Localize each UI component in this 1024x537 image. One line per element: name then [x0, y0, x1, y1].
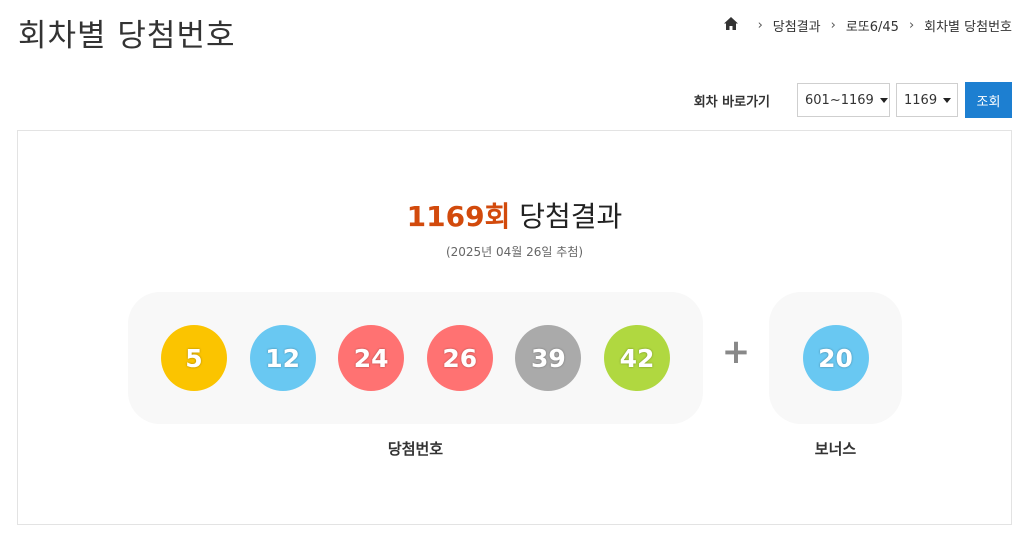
winning-numbers-caption: 당첨번호 [387, 440, 444, 458]
ball-number: 12 [265, 343, 300, 373]
breadcrumb-home-link[interactable] [723, 17, 748, 34]
round-range-select[interactable]: 601~1169 [797, 83, 890, 117]
round-number-select[interactable]: 1169 [896, 83, 958, 117]
breadcrumb-item-lotto645[interactable]: 로또6/45 [846, 16, 899, 35]
caret-down-icon [943, 97, 952, 103]
result-heading: 1169회 당첨결과 [18, 195, 1011, 235]
bonus-ball: 20 [802, 325, 869, 391]
page: 회차별 당첨번호 › 당첨결과 › 로또6/45 › 회차별 당첨번호 회차 바… [0, 0, 1024, 537]
result-panel: 1169회 당첨결과 (2025년 04월 26일 추첨) 5 12 24 26… [17, 130, 1012, 525]
chevron-right-icon: › [757, 18, 763, 33]
ball-number: 42 [619, 343, 655, 373]
ball-number: 39 [530, 343, 566, 373]
home-icon [723, 17, 738, 30]
bonus-number-box: 20 [769, 292, 902, 424]
lotto-ball: 26 [426, 325, 493, 391]
winning-numbers-box: 5 12 24 26 39 42 [128, 292, 703, 424]
lotto-ball: 24 [338, 325, 405, 391]
breadcrumb: › 당첨결과 › 로또6/45 › 회차별 당첨번호 [723, 16, 1012, 35]
ball-number: 5 [185, 343, 203, 373]
round-navigation: 회차 바로가기 601~1169 1169 조회 [694, 82, 1012, 118]
chevron-right-icon: › [908, 18, 915, 33]
result-heading-suffix: 당첨결과 [510, 200, 623, 233]
breadcrumb-item-current[interactable]: 회차별 당첨번호 [924, 16, 1012, 35]
search-button[interactable]: 조회 [965, 82, 1012, 118]
draw-date: (2025년 04월 26일 추첨) [445, 245, 584, 259]
round-number: 1169회 [406, 200, 511, 233]
ball-number: 24 [353, 343, 389, 373]
page-title: 회차별 당첨번호 [18, 18, 236, 54]
breadcrumb-item-results[interactable]: 당첨결과 [773, 16, 821, 35]
chevron-right-icon: › [830, 18, 836, 33]
bonus-caption: 보너스 [814, 440, 857, 458]
lotto-ball: 39 [515, 325, 582, 391]
ball-number: 26 [442, 343, 478, 373]
lotto-ball: 42 [603, 325, 670, 391]
ball-number: 20 [818, 343, 853, 373]
plus-icon: + [721, 332, 751, 372]
round-number-value: 1169 [904, 92, 938, 108]
caret-down-icon [879, 97, 888, 103]
round-nav-label: 회차 바로가기 [693, 94, 770, 110]
lotto-ball: 5 [161, 325, 227, 391]
round-range-value: 601~1169 [805, 92, 874, 108]
lotto-ball: 12 [249, 325, 316, 391]
